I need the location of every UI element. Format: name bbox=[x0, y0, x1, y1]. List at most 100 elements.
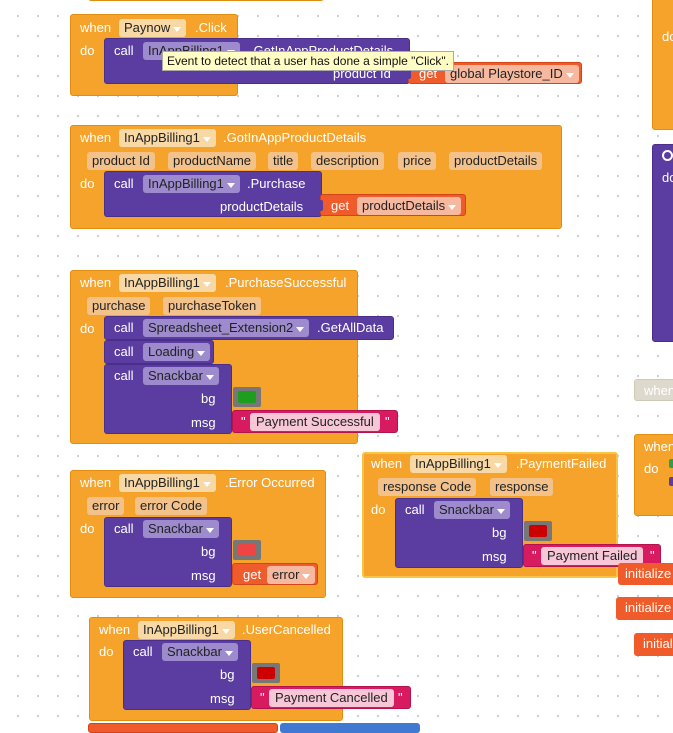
variable-dropdown[interactable]: error bbox=[267, 566, 316, 584]
call-label: call bbox=[114, 521, 134, 536]
string-value[interactable]: Payment Cancelled bbox=[269, 689, 394, 707]
call-label: call bbox=[133, 644, 153, 659]
param-productname[interactable]: productName bbox=[168, 152, 257, 170]
call-label: call bbox=[405, 502, 425, 517]
when-label: when bbox=[644, 383, 673, 398]
param-error-code[interactable]: error Code bbox=[135, 497, 208, 515]
do-label: do bbox=[99, 644, 114, 659]
param-productdetails[interactable]: productDetails bbox=[449, 152, 543, 170]
event-block-partial-right[interactable]: when do bbox=[634, 434, 673, 516]
get-block-error[interactable]: get error bbox=[232, 563, 318, 585]
call-label: call bbox=[114, 320, 134, 335]
block-stub-top[interactable] bbox=[88, 0, 324, 1]
component-dropdown[interactable]: InAppBilling1 bbox=[119, 129, 216, 147]
method-block-purchase[interactable]: call InAppBilling1 .Purchase productDeta… bbox=[104, 171, 322, 217]
param-product-id[interactable]: product Id bbox=[87, 152, 155, 170]
procedure-block-partial-right[interactable]: do bbox=[652, 144, 673, 342]
method-block-getalldata[interactable]: call Spreadsheet_Extension2 .GetAllData bbox=[104, 316, 394, 340]
event-block-disabled-partial[interactable]: when bbox=[634, 379, 673, 401]
event-name: .Click bbox=[195, 20, 227, 35]
param-response[interactable]: response bbox=[490, 478, 554, 496]
component-dropdown[interactable]: InAppBilling1 bbox=[119, 474, 216, 492]
color-swatch[interactable] bbox=[257, 667, 275, 679]
component-dropdown[interactable]: Snackbar bbox=[434, 501, 510, 519]
arg-label: productDetails bbox=[220, 199, 304, 214]
color-block-bg[interactable] bbox=[233, 387, 261, 407]
method-block-snackbar[interactable]: call Snackbar bg msg bbox=[104, 364, 232, 434]
quote-close: " bbox=[650, 548, 655, 563]
color-swatch[interactable] bbox=[529, 525, 547, 537]
get-block-productdetails[interactable]: get productDetails bbox=[318, 194, 466, 216]
initialize-global-block-3[interactable]: initial bbox=[634, 633, 673, 656]
call-label: call bbox=[114, 43, 134, 58]
block-fragment bbox=[669, 459, 673, 468]
variable-dropdown[interactable]: global Playstore_ID bbox=[445, 65, 579, 83]
component-dropdown[interactable]: InAppBilling1 bbox=[138, 621, 235, 639]
event-name: .UserCancelled bbox=[242, 622, 331, 637]
method-name: .Purchase bbox=[247, 176, 306, 191]
variable-dropdown[interactable]: productDetails bbox=[357, 197, 462, 215]
event-name: .GotInAppProductDetails bbox=[223, 130, 367, 145]
component-dropdown[interactable]: InAppBilling1 bbox=[410, 455, 507, 473]
method-block-loading[interactable]: call Loading bbox=[104, 340, 214, 364]
when-label: when bbox=[99, 622, 131, 637]
msg-label: msg bbox=[482, 549, 507, 564]
param-purchasetoken[interactable]: purchaseToken bbox=[163, 297, 262, 315]
color-swatch[interactable] bbox=[238, 391, 256, 403]
block-fragment bbox=[669, 477, 673, 486]
color-block-bg[interactable] bbox=[252, 663, 280, 683]
msg-label: msg bbox=[191, 568, 216, 583]
quote-close: " bbox=[398, 690, 403, 705]
call-label: call bbox=[114, 176, 134, 191]
initialize-label: initialize bbox=[625, 600, 672, 615]
when-label: when bbox=[371, 456, 403, 471]
when-label: when bbox=[80, 20, 112, 35]
color-block-bg[interactable] bbox=[524, 521, 552, 541]
text-block-payment-successful[interactable]: " Payment Successful " bbox=[232, 410, 398, 433]
quote-open: " bbox=[260, 690, 265, 705]
do-label: do bbox=[644, 461, 659, 476]
initialize-label: initialize bbox=[625, 566, 672, 581]
string-value[interactable]: Payment Successful bbox=[250, 413, 380, 431]
param-purchase[interactable]: purchase bbox=[87, 297, 151, 315]
initialize-global-block-1[interactable]: initialize bbox=[618, 563, 673, 585]
component-dropdown[interactable]: Spreadsheet_Extension2 bbox=[143, 319, 310, 337]
bg-label: bg bbox=[201, 391, 216, 406]
component-dropdown[interactable]: InAppBilling1 bbox=[143, 175, 240, 193]
component-dropdown[interactable]: InAppBilling1 bbox=[119, 274, 216, 292]
quote-close: " bbox=[385, 414, 390, 429]
when-label: when bbox=[80, 130, 112, 145]
param-response-code[interactable]: response Code bbox=[378, 478, 477, 496]
event-name: .Error Occurred bbox=[225, 475, 315, 490]
color-swatch[interactable] bbox=[238, 544, 256, 556]
color-block-bg[interactable] bbox=[233, 540, 261, 560]
do-label: do bbox=[371, 502, 386, 517]
when-label: when bbox=[80, 475, 112, 490]
initialize-label: initial bbox=[643, 636, 673, 651]
method-block-snackbar[interactable]: call Snackbar bg msg bbox=[395, 498, 523, 568]
component-dropdown[interactable]: Loading bbox=[143, 343, 211, 361]
do-label: do bbox=[80, 321, 95, 336]
block-stub-bottom-left[interactable] bbox=[88, 723, 278, 733]
param-price[interactable]: price bbox=[398, 152, 437, 170]
component-dropdown[interactable]: Snackbar bbox=[143, 367, 219, 385]
method-block-snackbar[interactable]: call Snackbar bg msg bbox=[123, 640, 251, 710]
text-block-payment-cancelled[interactable]: " Payment Cancelled " bbox=[251, 686, 411, 709]
block-stub-bottom[interactable] bbox=[280, 723, 420, 733]
initialize-global-block-2[interactable]: initialize bbox=[616, 597, 673, 620]
param-description[interactable]: description bbox=[311, 152, 384, 170]
param-error[interactable]: error bbox=[87, 497, 125, 515]
component-dropdown[interactable]: Paynow bbox=[119, 19, 187, 37]
gear-icon[interactable] bbox=[662, 150, 673, 161]
param-title[interactable]: title bbox=[268, 152, 299, 170]
quote-open: " bbox=[532, 548, 537, 563]
method-block-snackbar[interactable]: call Snackbar bg msg bbox=[104, 517, 232, 587]
do-label: do bbox=[662, 29, 673, 44]
event-block-partial-right-top[interactable]: do bbox=[652, 0, 673, 130]
component-dropdown[interactable]: Snackbar bbox=[162, 643, 238, 661]
call-label: call bbox=[114, 344, 134, 359]
do-label: do bbox=[80, 176, 95, 191]
do-label: do bbox=[80, 521, 95, 536]
do-label: do bbox=[80, 43, 95, 58]
component-dropdown[interactable]: Snackbar bbox=[143, 520, 219, 538]
